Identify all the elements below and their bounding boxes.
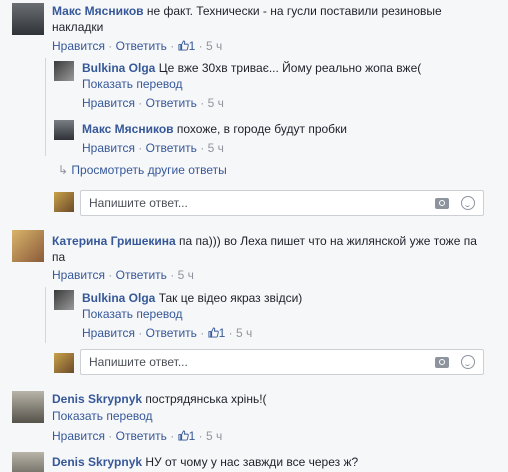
commenter-name[interactable]: Denis Skrypnyk: [52, 455, 142, 469]
comment-text: похоже, в городе будут пробки: [176, 122, 347, 136]
commenter-name[interactable]: Макс Мясников: [82, 122, 174, 136]
reply-link[interactable]: Ответить: [146, 141, 197, 155]
comment-text: Так це відео якраз звідси): [158, 291, 303, 305]
avatar[interactable]: [12, 230, 44, 262]
comment-actions: Нравится · Ответить · 5 ч: [52, 268, 194, 282]
camera-icon[interactable]: [435, 198, 449, 209]
reply-link[interactable]: Ответить: [146, 326, 197, 340]
comment-actions: Нравится · Ответить · 5 ч: [82, 96, 224, 110]
comment-time[interactable]: 5 ч: [206, 39, 222, 53]
reply-input-box[interactable]: [80, 190, 484, 216]
reply-input[interactable]: [89, 196, 409, 210]
avatar: [54, 353, 74, 373]
show-translation-link[interactable]: Показать перевод: [82, 306, 183, 322]
comment-actions: Нравится · Ответить · 1 · 5 ч: [52, 39, 223, 53]
comment-body: Denis Skrypnyk пострядянська хрінь!(: [52, 391, 267, 407]
reply-thread-line: [45, 58, 46, 156]
comment-body: Bulkina Olga Так це відео якраз звідси): [82, 290, 302, 306]
avatar[interactable]: [12, 452, 44, 472]
comment-body: Denis Skrypnyk НУ от чому у нас завжди в…: [52, 454, 358, 470]
like-count[interactable]: 1: [178, 429, 195, 443]
like-count[interactable]: 1: [208, 326, 225, 340]
show-translation-link[interactable]: Показать перевод: [82, 76, 183, 92]
commenter-name[interactable]: Bulkina Olga: [82, 61, 155, 75]
avatar: [54, 192, 74, 212]
comment-text: Це вже 30хв триває... Йому реально жопа …: [158, 61, 422, 75]
like-link[interactable]: Нравится: [82, 326, 135, 340]
reply-link[interactable]: Ответить: [116, 429, 167, 443]
thumbs-up-icon: [178, 430, 189, 441]
comment-body: Катерина Гришекина па па))) во Леха пише…: [52, 233, 492, 265]
comment-actions: Нравится · Ответить · 5 ч: [82, 141, 224, 155]
reply-link[interactable]: Ответить: [116, 268, 167, 282]
commenter-name[interactable]: Denis Skrypnyk: [52, 392, 142, 406]
comment-body: Bulkina Olga Це вже 30хв триває... Йому …: [82, 60, 421, 76]
show-translation-link[interactable]: Показать перевод: [52, 408, 153, 424]
camera-icon[interactable]: [435, 357, 449, 368]
thumbs-up-icon: [208, 327, 219, 338]
like-link[interactable]: Нравится: [52, 268, 105, 282]
commenter-name[interactable]: Катерина Гришекина: [52, 234, 176, 248]
reply-link[interactable]: Ответить: [116, 39, 167, 53]
comment-actions: Нравится · Ответить · 1 · 5 ч: [52, 429, 223, 443]
avatar[interactable]: [54, 120, 74, 140]
reply-arrow-icon: ↳: [58, 163, 69, 177]
emoji-icon[interactable]: [461, 355, 475, 369]
comment-body: Макс Мясников не факт. Технически - на г…: [52, 3, 492, 35]
comment-text: пострядянська хрінь!(: [145, 392, 267, 406]
comment-time[interactable]: 5 ч: [208, 96, 224, 110]
avatar[interactable]: [54, 290, 74, 310]
comment-time[interactable]: 5 ч: [178, 268, 194, 282]
thumbs-up-icon: [178, 40, 189, 51]
like-link[interactable]: Нравится: [52, 39, 105, 53]
emoji-icon[interactable]: [461, 196, 475, 210]
commenter-name[interactable]: Макс Мясников: [52, 4, 144, 18]
avatar[interactable]: [12, 3, 44, 35]
comment-time[interactable]: 5 ч: [208, 141, 224, 155]
reply-input-box[interactable]: [80, 349, 484, 375]
like-count[interactable]: 1: [178, 39, 195, 53]
comment-body: Макс Мясников похоже, в городе будут про…: [82, 121, 347, 137]
comment-text: НУ от чому у нас завжди все через ж?: [145, 455, 359, 469]
like-link[interactable]: Нравится: [82, 141, 135, 155]
like-link[interactable]: Нравится: [52, 429, 105, 443]
reply-thread-line: [45, 287, 46, 343]
comment-time[interactable]: 5 ч: [236, 326, 252, 340]
reply-input[interactable]: [89, 355, 409, 369]
comment-time[interactable]: 5 ч: [206, 429, 222, 443]
commenter-name[interactable]: Bulkina Olga: [82, 291, 155, 305]
comment-actions: Нравится · Ответить · 1 · 5 ч: [82, 326, 253, 340]
like-link[interactable]: Нравится: [82, 96, 135, 110]
avatar[interactable]: [12, 391, 44, 423]
view-more-replies-link[interactable]: ↳ Просмотреть другие ответы: [58, 162, 227, 178]
reply-link[interactable]: Ответить: [146, 96, 197, 110]
avatar[interactable]: [54, 61, 74, 81]
